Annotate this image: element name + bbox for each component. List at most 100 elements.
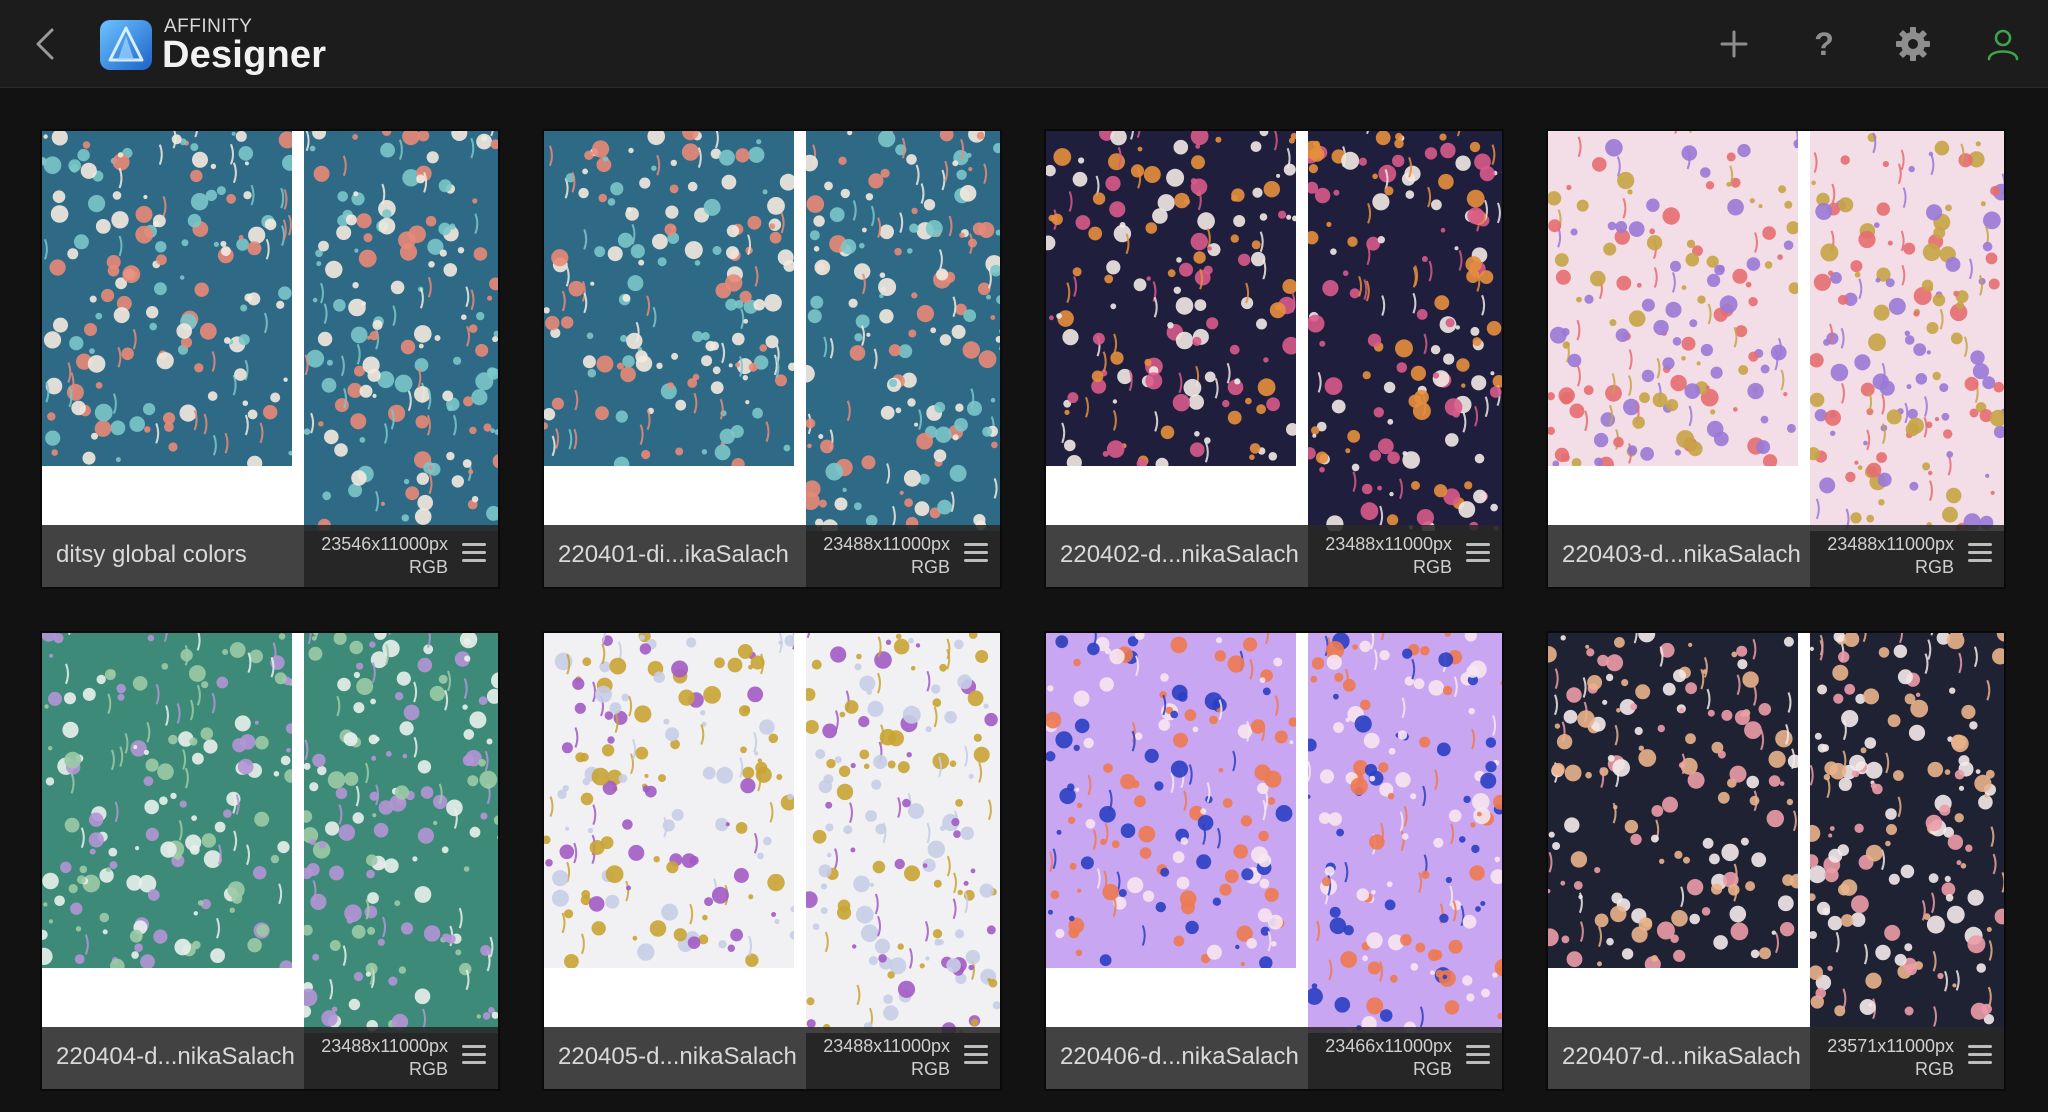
hamburger-icon-line <box>964 551 988 554</box>
hamburger-icon-line <box>462 559 486 562</box>
document-dimensions: 23488x11000px <box>1827 534 1954 554</box>
gear-icon <box>1896 27 1930 61</box>
artboard-right <box>304 131 498 531</box>
document-dimensions: 23546x11000px <box>321 534 448 554</box>
document-name: 220406-d...nikaSalach <box>1060 1043 1299 1070</box>
artboard-left <box>42 633 292 968</box>
document-thumbnail <box>1046 131 1502 587</box>
question-icon: ? <box>1814 25 1834 62</box>
artboard-left <box>1046 131 1296 466</box>
document-name: 220404-d...nikaSalach <box>56 1043 295 1070</box>
document-color-mode: RGB <box>1412 557 1452 577</box>
document-info-bar: 220406-d...nikaSalach 23466x11000px RGB <box>1046 1027 1502 1089</box>
document-info-bar: 220407-d...nikaSalach 23571x11000px RGB <box>1548 1027 2004 1089</box>
hamburger-icon-line <box>964 559 988 562</box>
document-thumbnail <box>1548 131 2004 587</box>
document-name: 220405-d...nikaSalach <box>558 1043 797 1070</box>
document-name: 220407-d...nikaSalach <box>1562 1043 1801 1070</box>
new-document-button[interactable] <box>1712 22 1756 66</box>
hamburger-icon-line <box>1466 1061 1490 1064</box>
hamburger-icon-line <box>1466 543 1490 546</box>
document-name: 220402-d...nikaSalach <box>1060 541 1299 568</box>
artboard-left <box>544 633 794 968</box>
document-info-bar: 220403-d...nikaSalach 23488x11000px RGB <box>1548 525 2004 587</box>
hamburger-icon-line <box>462 1061 486 1064</box>
document-thumbnail <box>42 633 498 1089</box>
hamburger-icon-line <box>1968 1053 1992 1056</box>
app-title: Designer <box>162 34 327 76</box>
document-info-bar: ditsy global colors 23546x11000px RGB <box>42 525 498 587</box>
document-info-bar: 220405-d...nikaSalach 23488x11000px RGB <box>544 1027 1000 1089</box>
help-button[interactable]: ? <box>1802 22 1846 66</box>
artboard-left <box>1046 633 1296 968</box>
document-card[interactable]: 220401-di...ikaSalach 23488x11000px RGB <box>542 129 1002 589</box>
hamburger-icon-line <box>964 1045 988 1048</box>
document-menu-button[interactable] <box>1968 543 1992 567</box>
artboard-right <box>1810 131 2004 531</box>
document-color-mode: RGB <box>1914 1059 1954 1079</box>
hamburger-icon-line <box>964 543 988 546</box>
chevron-left-icon <box>36 28 54 60</box>
document-color-mode: RGB <box>408 1059 448 1079</box>
document-grid: ditsy global colors 23546x11000px RGB 22040… <box>0 88 2048 1112</box>
document-name: 220401-di...ikaSalach <box>558 541 789 568</box>
hamburger-icon-line <box>1466 1045 1490 1048</box>
document-menu-button[interactable] <box>964 1045 988 1069</box>
hamburger-icon-line <box>964 1053 988 1056</box>
document-card[interactable]: 220402-d...nikaSalach 23488x11000px RGB <box>1044 129 1504 589</box>
hamburger-icon-line <box>1466 551 1490 554</box>
hamburger-icon-line <box>1466 1053 1490 1056</box>
hamburger-icon-line <box>1466 559 1490 562</box>
hamburger-icon-line <box>964 1061 988 1064</box>
hamburger-icon-line <box>462 1045 486 1048</box>
account-button[interactable] <box>1981 22 2025 66</box>
document-card[interactable]: 220407-d...nikaSalach 23571x11000px RGB <box>1546 631 2006 1091</box>
document-thumbnail <box>1046 633 1502 1089</box>
document-card[interactable]: 220404-d...nikaSalach 23488x11000px RGB <box>40 631 500 1091</box>
document-thumbnail <box>42 131 498 587</box>
document-info-bar: 220401-di...ikaSalach 23488x11000px RGB <box>544 525 1000 587</box>
hamburger-icon-line <box>1968 551 1992 554</box>
hamburger-icon-line <box>462 551 486 554</box>
document-card[interactable]: 220405-d...nikaSalach 23488x11000px RGB <box>542 631 1002 1091</box>
document-color-mode: RGB <box>1914 557 1954 577</box>
artboard-right <box>304 633 498 1033</box>
settings-button[interactable] <box>1891 22 1935 66</box>
artboard-right <box>806 131 1000 531</box>
back-button[interactable] <box>28 26 62 62</box>
document-color-mode: RGB <box>408 557 448 577</box>
document-dimensions: 23488x11000px <box>823 534 950 554</box>
document-menu-button[interactable] <box>462 1045 486 1069</box>
artboard-gap <box>794 131 806 466</box>
artboard-gap <box>1296 633 1308 968</box>
document-color-mode: RGB <box>910 1059 950 1079</box>
artboard-gap <box>1798 633 1810 968</box>
artboard-gap <box>292 633 304 968</box>
document-menu-button[interactable] <box>964 543 988 567</box>
artboard-right <box>1308 131 1502 531</box>
document-thumbnail <box>544 131 1000 587</box>
document-card[interactable]: 220403-d...nikaSalach 23488x11000px RGB <box>1546 129 2006 589</box>
artboard-gap <box>794 633 806 968</box>
document-info-bar: 220402-d...nikaSalach 23488x11000px RGB <box>1046 525 1502 587</box>
artboard-left <box>42 131 292 466</box>
document-menu-button[interactable] <box>462 543 486 567</box>
document-dimensions: 23488x11000px <box>823 1036 950 1056</box>
document-card[interactable]: 220406-d...nikaSalach 23466x11000px RGB <box>1044 631 1504 1091</box>
document-color-mode: RGB <box>910 557 950 577</box>
document-dimensions: 23571x11000px <box>1827 1036 1954 1056</box>
artboard-right <box>806 633 1000 1033</box>
hamburger-icon-line <box>1968 1061 1992 1064</box>
document-menu-button[interactable] <box>1466 543 1490 567</box>
artboard-gap <box>1296 131 1308 466</box>
affinity-designer-logo <box>100 20 152 70</box>
hamburger-icon-line <box>1968 1045 1992 1048</box>
document-menu-button[interactable] <box>1466 1045 1490 1069</box>
document-card[interactable]: ditsy global colors 23546x11000px RGB <box>40 129 500 589</box>
artboard-gap <box>1798 131 1810 466</box>
artboard-left <box>544 131 794 466</box>
hamburger-icon-line <box>1968 559 1992 562</box>
artboard-gap <box>292 131 304 466</box>
document-menu-button[interactable] <box>1968 1045 1992 1069</box>
hamburger-icon-line <box>462 543 486 546</box>
